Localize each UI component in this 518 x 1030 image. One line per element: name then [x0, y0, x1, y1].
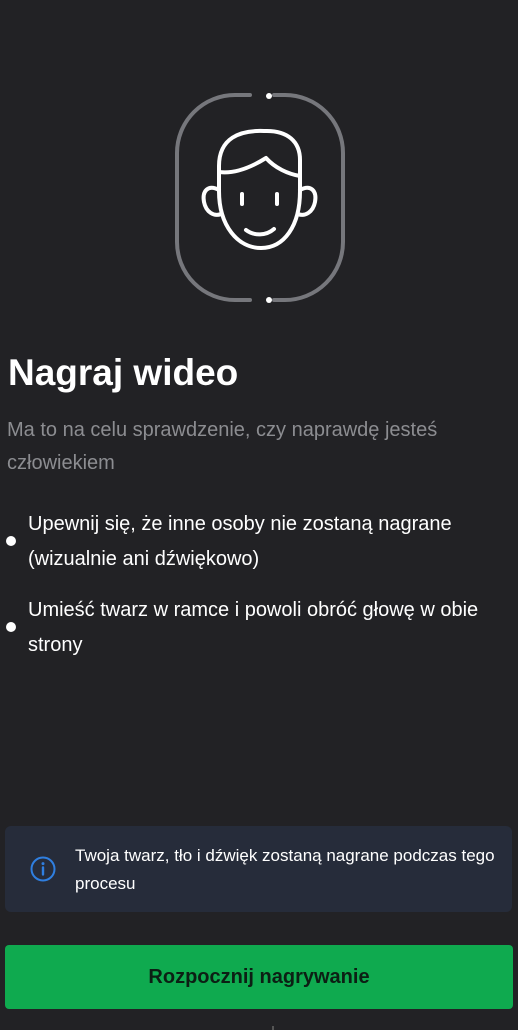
instruction-text: Umieść twarz w ramce i powoli obróć głow…: [28, 599, 479, 656]
bottom-edge-handle: [272, 1026, 274, 1030]
instruction-item: Umieść twarz w ramce i powoli obróć głow…: [0, 593, 518, 663]
face-drawing: [201, 128, 318, 250]
bullet-dot-icon: [6, 622, 16, 632]
instructions-list: Upewnij się, że inne osoby nie zostaną n…: [0, 507, 518, 679]
info-icon: [30, 856, 56, 882]
face-in-frame-icon: [175, 93, 345, 303]
page-title: Nagraj wideo: [8, 352, 239, 393]
start-recording-button[interactable]: Rozpocznij nagrywanie: [5, 945, 513, 1009]
bullet-dot-icon: [6, 536, 16, 546]
frame-top-marker: [266, 93, 272, 99]
instruction-text: Upewnij się, że inne osoby nie zostaną n…: [28, 513, 452, 570]
instruction-item: Upewnij się, że inne osoby nie zostaną n…: [0, 507, 518, 577]
notice-text: Twoja twarz, tło i dźwięk zostaną nagran…: [75, 846, 495, 893]
page-subtitle: Ma to na celu sprawdzenie, czy naprawdę …: [7, 419, 438, 474]
recording-notice: Twoja twarz, tło i dźwięk zostaną nagran…: [5, 826, 512, 912]
frame-bottom-marker: [266, 297, 272, 303]
